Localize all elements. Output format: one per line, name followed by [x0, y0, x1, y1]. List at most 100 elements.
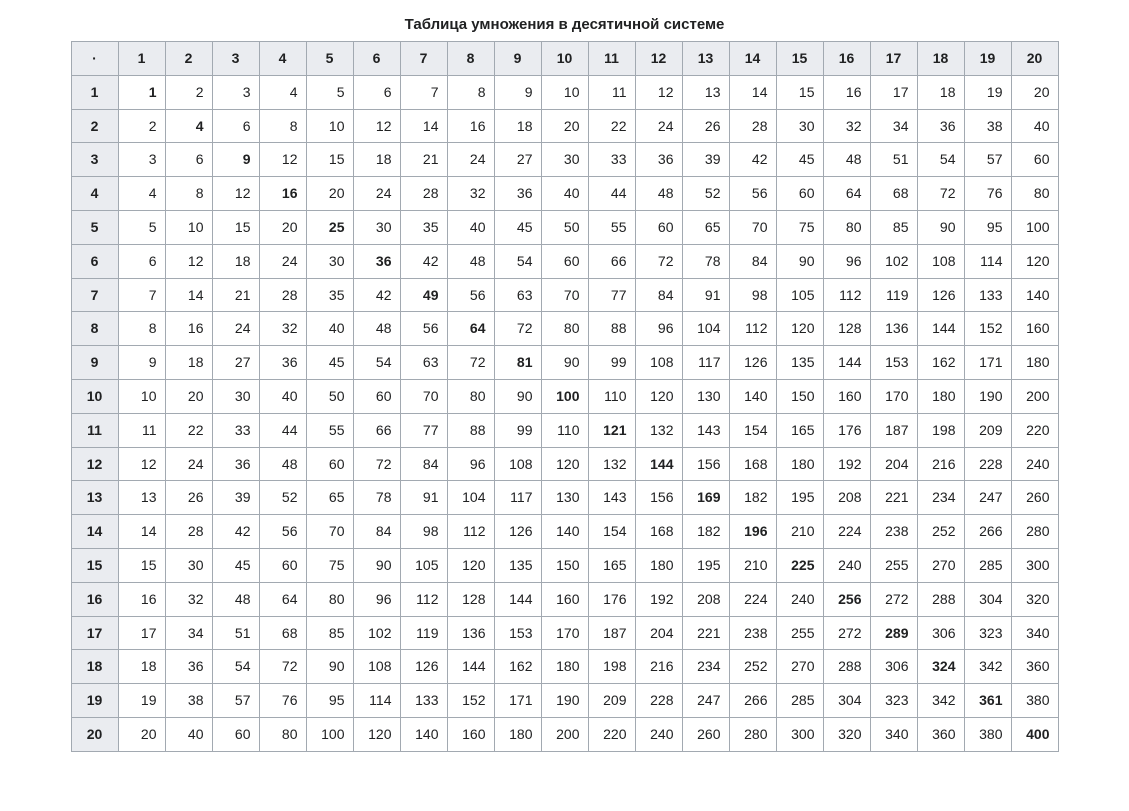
cell: 105: [776, 278, 823, 312]
cell: 240: [776, 582, 823, 616]
cell: 289: [870, 616, 917, 650]
cell: 24: [259, 244, 306, 278]
cell: 60: [306, 447, 353, 481]
cell: 28: [165, 515, 212, 549]
cell: 221: [870, 481, 917, 515]
cell: 85: [870, 210, 917, 244]
cell: 17: [118, 616, 165, 650]
cell: 228: [635, 684, 682, 718]
cell: 187: [870, 413, 917, 447]
cell: 15: [212, 210, 259, 244]
cell: 247: [682, 684, 729, 718]
cell: 128: [823, 312, 870, 346]
cell: 270: [917, 548, 964, 582]
cell: 154: [588, 515, 635, 549]
cell: 5: [306, 75, 353, 109]
cell: 324: [917, 650, 964, 684]
cell: 48: [447, 244, 494, 278]
cell: 17: [870, 75, 917, 109]
cell: 380: [964, 717, 1011, 751]
cell: 30: [353, 210, 400, 244]
cell: 117: [682, 346, 729, 380]
cell: 238: [870, 515, 917, 549]
cell: 136: [870, 312, 917, 346]
cell: 220: [588, 717, 635, 751]
cell: 168: [729, 447, 776, 481]
cell: 96: [447, 447, 494, 481]
cell: 28: [259, 278, 306, 312]
row-header: 18: [71, 650, 118, 684]
cell: 7: [400, 75, 447, 109]
cell: 20: [306, 177, 353, 211]
cell: 20: [259, 210, 306, 244]
cell: 16: [823, 75, 870, 109]
cell: 153: [494, 616, 541, 650]
cell: 6: [118, 244, 165, 278]
cell: 72: [494, 312, 541, 346]
cell: 112: [447, 515, 494, 549]
cell: 100: [1011, 210, 1058, 244]
cell: 11: [588, 75, 635, 109]
cell: 150: [776, 379, 823, 413]
cell: 45: [776, 143, 823, 177]
cell: 60: [212, 717, 259, 751]
cell: 18: [165, 346, 212, 380]
cell: 78: [353, 481, 400, 515]
col-header: 10: [541, 42, 588, 76]
cell: 11: [118, 413, 165, 447]
cell: 57: [212, 684, 259, 718]
cell: 288: [823, 650, 870, 684]
cell: 323: [870, 684, 917, 718]
cell: 260: [1011, 481, 1058, 515]
cell: 39: [212, 481, 259, 515]
cell: 300: [776, 717, 823, 751]
cell: 9: [494, 75, 541, 109]
cell: 126: [729, 346, 776, 380]
cell: 26: [682, 109, 729, 143]
table-row: 1111223344556677889911012113214315416517…: [71, 413, 1058, 447]
cell: 14: [165, 278, 212, 312]
cell: 36: [917, 109, 964, 143]
cell: 90: [353, 548, 400, 582]
cell: 51: [870, 143, 917, 177]
cell: 16: [165, 312, 212, 346]
cell: 160: [823, 379, 870, 413]
cell: 192: [823, 447, 870, 481]
cell: 342: [917, 684, 964, 718]
cell: 200: [1011, 379, 1058, 413]
cell: 96: [823, 244, 870, 278]
cell: 57: [964, 143, 1011, 177]
cell: 133: [400, 684, 447, 718]
col-header: 18: [917, 42, 964, 76]
row-header: 17: [71, 616, 118, 650]
table-row: 1515304560759010512013515016518019521022…: [71, 548, 1058, 582]
row-header: 6: [71, 244, 118, 278]
cell: 15: [118, 548, 165, 582]
cell: 36: [353, 244, 400, 278]
cell: 165: [776, 413, 823, 447]
cell: 90: [776, 244, 823, 278]
cell: 48: [635, 177, 682, 211]
cell: 65: [682, 210, 729, 244]
cell: 9: [212, 143, 259, 177]
cell: 38: [964, 109, 1011, 143]
cell: 80: [823, 210, 870, 244]
table-row: 1010203040506070809010011012013014015016…: [71, 379, 1058, 413]
cell: 110: [541, 413, 588, 447]
col-header: 5: [306, 42, 353, 76]
cell: 126: [917, 278, 964, 312]
cell: 135: [494, 548, 541, 582]
cell: 234: [917, 481, 964, 515]
col-header: 1: [118, 42, 165, 76]
cell: 30: [306, 244, 353, 278]
cell: 266: [729, 684, 776, 718]
cell: 12: [165, 244, 212, 278]
cell: 170: [870, 379, 917, 413]
cell: 112: [823, 278, 870, 312]
cell: 288: [917, 582, 964, 616]
cell: 45: [306, 346, 353, 380]
cell: 54: [917, 143, 964, 177]
cell: 45: [212, 548, 259, 582]
cell: 18: [353, 143, 400, 177]
cell: 14: [729, 75, 776, 109]
